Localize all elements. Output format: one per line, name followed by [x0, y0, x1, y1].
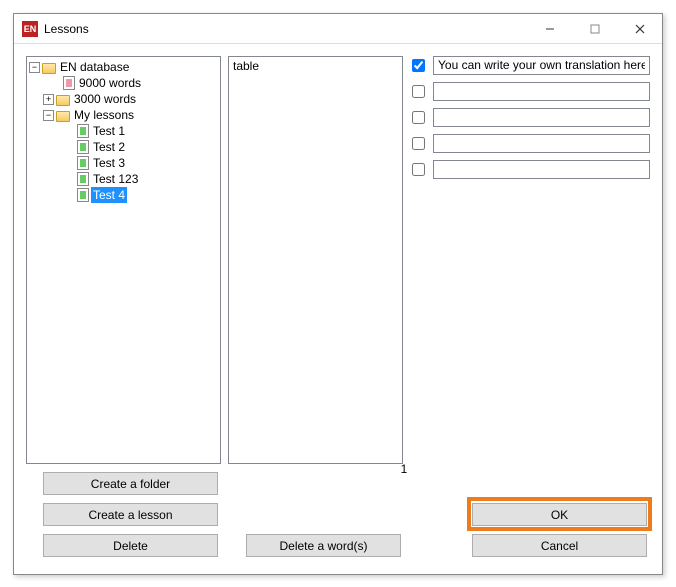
tree-lesson-item[interactable]: Test 4	[91, 187, 127, 203]
translation-checkbox[interactable]	[412, 59, 425, 72]
document-icon	[63, 76, 75, 90]
translation-input[interactable]	[433, 56, 650, 75]
lesson-icon	[77, 188, 89, 202]
word-list[interactable]: table	[228, 56, 403, 464]
lessons-tree[interactable]: − EN database 9000 words + 3000 words − …	[26, 56, 221, 464]
tree-en-database[interactable]: EN database	[58, 59, 131, 75]
tree-lesson-item[interactable]: Test 2	[91, 139, 127, 155]
translation-row	[412, 82, 650, 100]
translation-row	[412, 160, 650, 178]
folder-open-icon	[42, 63, 56, 74]
translation-row	[412, 108, 650, 126]
word-item[interactable]: table	[233, 59, 398, 73]
translation-input[interactable]	[433, 160, 650, 179]
translation-checkbox[interactable]	[412, 137, 425, 150]
lesson-icon	[77, 124, 89, 138]
translation-checkbox[interactable]	[412, 163, 425, 176]
expand-icon[interactable]: +	[43, 94, 54, 105]
translation-checkbox[interactable]	[412, 111, 425, 124]
collapse-icon[interactable]: −	[43, 110, 54, 121]
tree-lesson-item[interactable]: Test 3	[91, 155, 127, 171]
tree-lesson-item[interactable]: Test 123	[91, 171, 140, 187]
translation-input[interactable]	[433, 134, 650, 153]
cancel-button[interactable]: Cancel	[472, 534, 647, 557]
word-count: 1	[394, 462, 414, 476]
tree-9000-words[interactable]: 9000 words	[77, 75, 143, 91]
translation-row	[412, 56, 650, 74]
tree-my-lessons[interactable]: My lessons	[72, 107, 136, 123]
translation-area	[412, 56, 650, 186]
tree-3000-words[interactable]: 3000 words	[72, 91, 138, 107]
app-icon: EN	[22, 21, 38, 37]
window-controls	[527, 14, 662, 43]
lesson-icon	[77, 172, 89, 186]
titlebar: EN Lessons	[14, 14, 662, 44]
lesson-icon	[77, 156, 89, 170]
delete-word-button[interactable]: Delete a word(s)	[246, 534, 401, 557]
close-button[interactable]	[617, 14, 662, 43]
translation-input[interactable]	[433, 82, 650, 101]
minimize-button[interactable]	[527, 14, 572, 43]
folder-closed-icon	[56, 95, 70, 106]
dialog-content: − EN database 9000 words + 3000 words − …	[14, 44, 662, 574]
translation-checkbox[interactable]	[412, 85, 425, 98]
collapse-icon[interactable]: −	[29, 62, 40, 73]
maximize-button[interactable]	[572, 14, 617, 43]
tree-lesson-item[interactable]: Test 1	[91, 123, 127, 139]
window-title: Lessons	[44, 22, 527, 36]
lesson-icon	[77, 140, 89, 154]
create-folder-button[interactable]: Create a folder	[43, 472, 218, 495]
lessons-window: EN Lessons − EN database 9000 words	[13, 13, 663, 575]
folder-open-icon	[56, 111, 70, 122]
translation-input[interactable]	[433, 108, 650, 127]
delete-button[interactable]: Delete	[43, 534, 218, 557]
ok-button[interactable]: OK	[472, 503, 647, 526]
create-lesson-button[interactable]: Create a lesson	[43, 503, 218, 526]
translation-row	[412, 134, 650, 152]
